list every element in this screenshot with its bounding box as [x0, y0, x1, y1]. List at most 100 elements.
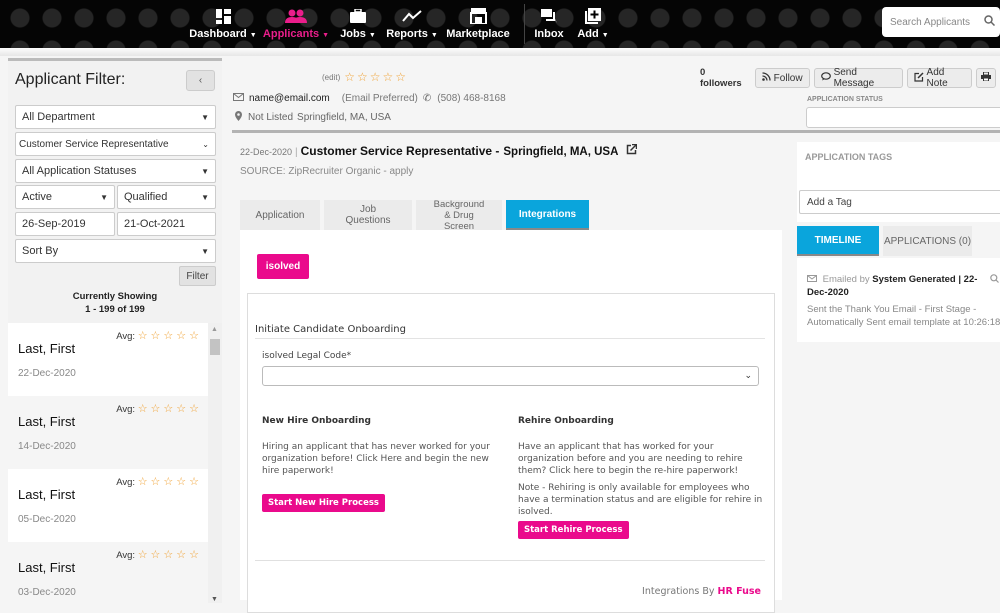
main-nav: Dashboard ▼ Applicants ▼ Jobs ▼ Reports ▼ Ma… — [189, 0, 617, 48]
integrations-panel: isolved Initiate Candidate Onboarding is… — [240, 230, 782, 613]
applicant-name[interactable]: Last, First — [18, 414, 75, 429]
nav-label: Inbox — [534, 28, 564, 40]
department-select[interactable]: All Department ▼ — [15, 105, 216, 129]
avg-rating: Avg: ☆☆☆☆☆ — [116, 475, 202, 488]
applicant-filter-panel: Applicant Filter: ‹ All Department ▼ Cust… — [8, 58, 222, 603]
nav-inbox[interactable]: Inbox — [529, 0, 569, 48]
application-status-label: APPLICATION STATUS — [807, 96, 883, 103]
nav-label: Add — [577, 28, 599, 40]
date-to-input[interactable]: 21-Oct-2021 — [117, 212, 216, 236]
caret-down-icon: ▼ — [100, 192, 108, 202]
date-to-value: 21-Oct-2021 — [124, 218, 186, 230]
status-value: All Application Statuses — [22, 165, 137, 177]
applicant-list-item[interactable]: Avg: ☆☆☆☆☆ Last, First 05-Dec-2020 — [8, 469, 208, 542]
legal-code-label: isolved Legal Code* — [262, 351, 352, 361]
applicant-phone[interactable]: (508) 468-8168 — [437, 93, 505, 104]
line-chart-icon — [401, 7, 423, 25]
edit-note-icon — [913, 71, 924, 85]
tab-integrations[interactable]: Integrations — [506, 200, 589, 230]
nav-separator — [524, 4, 525, 44]
external-link-icon[interactable] — [626, 143, 638, 158]
applicant-email[interactable]: name@email.com — [249, 93, 330, 104]
tab-applications[interactable]: APPLICATIONS (0) — [883, 226, 972, 256]
timeline-entry: Emailed by System Generated | 22-Dec-202… — [797, 258, 1000, 342]
nav-add[interactable]: Add ▼ — [569, 0, 617, 48]
rehire-title: Rehire Onboarding — [518, 416, 614, 426]
tab-timeline[interactable]: TIMELINE — [797, 226, 879, 256]
results-count: Currently Showing 1 - 199 of 199 — [8, 290, 222, 316]
add-tag-input[interactable]: Add a Tag — [799, 190, 1000, 214]
source-row: SOURCE: ZipRecruiter Organic - apply — [240, 166, 413, 177]
search-icon[interactable] — [990, 274, 999, 286]
chat-icon — [538, 7, 560, 25]
separator: | — [295, 147, 298, 158]
applicant-name[interactable]: Last, First — [18, 341, 75, 356]
add-note-button[interactable]: Add Note — [906, 67, 972, 89]
caret-down-icon: ▼ — [201, 246, 209, 256]
application-tags-label: APPLICATION TAGS — [805, 152, 893, 162]
scrollbar-thumb[interactable] — [210, 339, 220, 355]
avg-label: Avg: — [116, 331, 136, 342]
action-buttons: 0 followers Follow Send Message Add Note — [700, 67, 1000, 89]
applicant-name[interactable]: Last, First — [18, 560, 75, 575]
powered-by-brand[interactable]: HR Fuse — [718, 586, 761, 597]
location-row: Not Listed Springfield, MA, USA — [235, 111, 391, 124]
application-status-select[interactable] — [806, 107, 1000, 128]
timeline-entry-header: Emailed by System Generated | 22-Dec-202… — [807, 273, 982, 299]
applicant-list-item[interactable]: Avg: ☆☆☆☆☆ Last, First 14-Dec-2020 — [8, 396, 208, 469]
active-value: Active — [22, 191, 52, 203]
nav-applicants[interactable]: Applicants ▼ — [256, 0, 336, 48]
status-select[interactable]: All Application Statuses ▼ — [15, 159, 216, 183]
tab-application[interactable]: Application — [240, 200, 320, 230]
sort-select[interactable]: Sort By ▼ — [15, 239, 216, 263]
filter-title: Applicant Filter: — [15, 71, 126, 88]
nav-jobs[interactable]: Jobs ▼ — [336, 0, 380, 48]
search-icon[interactable] — [984, 15, 996, 29]
contact-row: name@email.com (Email Preferred) ✆ (508)… — [233, 93, 506, 104]
job-select[interactable]: Customer Service Representative ⌄ — [15, 132, 216, 156]
powered-by: Integrations By HR Fuse — [642, 586, 761, 597]
avg-label: Avg: — [116, 477, 136, 488]
timeline-action: Emailed by — [822, 274, 870, 285]
applicant-list-scrollbar[interactable]: ▲ ▼ — [208, 323, 222, 603]
divider — [255, 338, 765, 339]
isolved-provider-button[interactable]: isolved — [257, 254, 309, 279]
briefcase-icon — [347, 7, 369, 25]
date-from-input[interactable]: 26-Sep-2019 — [15, 212, 115, 236]
job-location: Springfield, MA, USA — [503, 146, 619, 158]
start-new-hire-button[interactable]: Start New Hire Process — [262, 494, 385, 512]
nav-reports[interactable]: Reports ▼ — [380, 0, 444, 48]
start-rehire-button[interactable]: Start Rehire Process — [518, 521, 629, 539]
legal-code-select[interactable]: ⌄ — [262, 366, 759, 386]
nav-label: Applicants — [262, 28, 320, 40]
nav-label: Dashboard — [189, 28, 247, 40]
tag-placeholder: Add a Tag — [807, 196, 852, 208]
qualified-select[interactable]: Qualified ▼ — [117, 185, 216, 209]
tab-job-questions[interactable]: Job Questions — [324, 200, 412, 230]
store-icon — [467, 7, 489, 25]
nav-dashboard[interactable]: Dashboard ▼ — [189, 0, 257, 48]
search-applicants-input[interactable]: Search Applicants — [882, 7, 1000, 37]
chevron-left-icon: ‹ — [198, 75, 203, 86]
print-button[interactable] — [976, 68, 996, 88]
applicant-list-item[interactable]: Avg: ☆☆☆☆☆ Last, First 03-Dec-2020 — [8, 542, 208, 603]
nav-marketplace[interactable]: Marketplace — [444, 0, 512, 48]
send-message-button[interactable]: Send Message — [813, 67, 903, 89]
star-rating-icon[interactable]: ☆☆☆☆☆ — [344, 70, 408, 84]
applicant-list-item[interactable]: Avg: ☆☆☆☆☆ Last, First 22-Dec-2020 — [8, 323, 208, 396]
avg-rating: Avg: ☆☆☆☆☆ — [116, 329, 202, 342]
active-select[interactable]: Active ▼ — [15, 185, 115, 209]
caret-down-icon: ▼ — [201, 166, 209, 176]
collapse-panel-button[interactable]: ‹ — [186, 70, 215, 91]
scroll-up-icon[interactable]: ▲ — [211, 326, 218, 333]
header-divider — [232, 130, 802, 133]
tab-background-drug-screen[interactable]: Background & Drug Screen — [416, 199, 502, 232]
applicant-name[interactable]: Last, First — [18, 487, 75, 502]
chevron-down-icon: ⌄ — [202, 139, 209, 149]
nav-label: Reports — [386, 28, 428, 40]
edit-rating-link[interactable]: (edit) — [322, 73, 340, 82]
filter-button[interactable]: Filter — [179, 266, 216, 286]
map-marker-icon — [235, 111, 242, 124]
new-hire-section: New Hire Onboarding Hiring an applicant … — [262, 415, 507, 512]
follow-button[interactable]: Follow — [754, 68, 810, 88]
